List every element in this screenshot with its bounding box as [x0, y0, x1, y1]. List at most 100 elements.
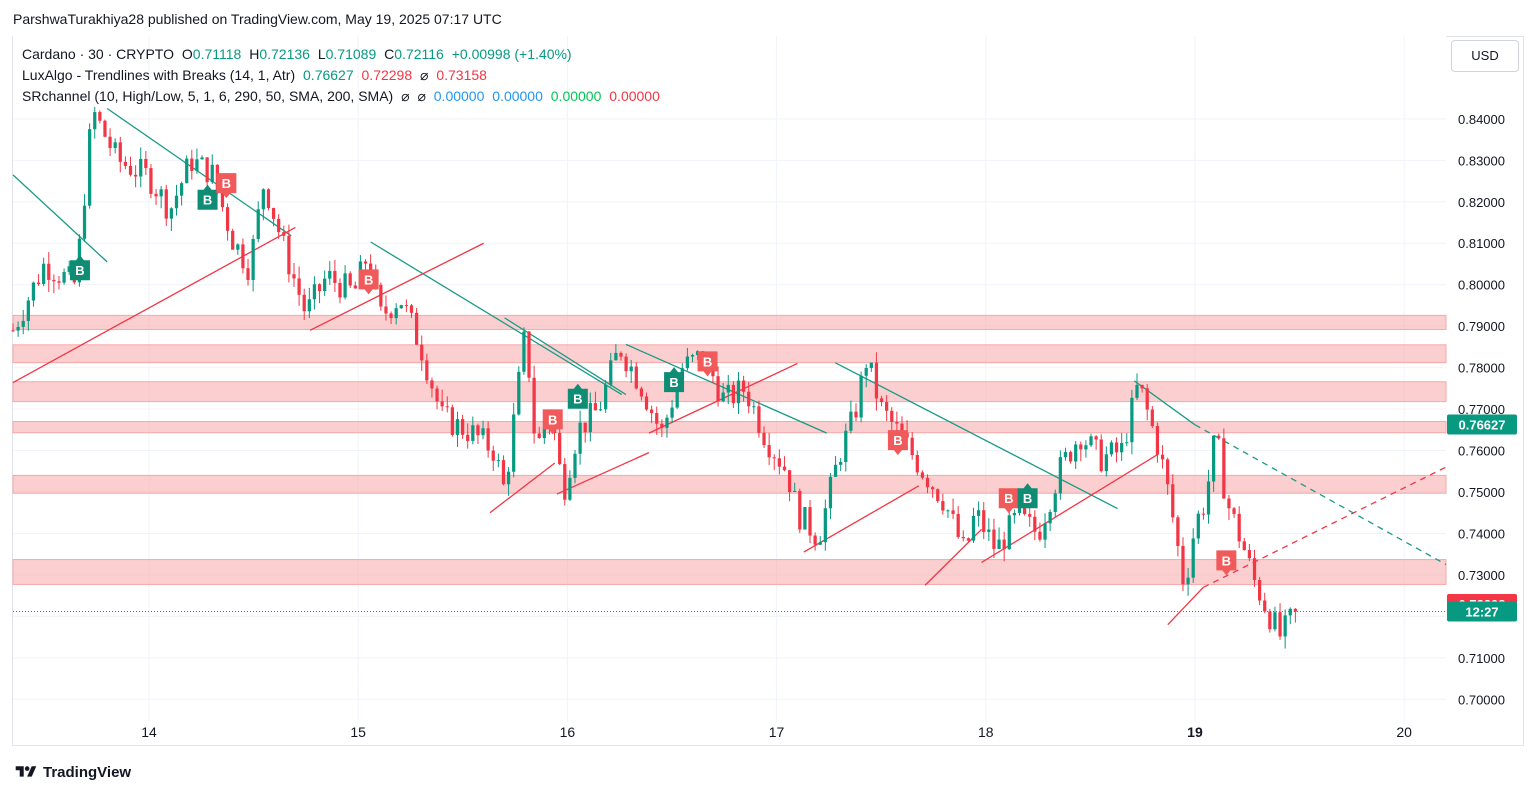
candle-body: [869, 362, 873, 369]
candle-body: [1094, 436, 1098, 440]
candle-body: [185, 158, 189, 184]
candle-body: [1176, 517, 1180, 546]
candle-body: [425, 360, 429, 381]
candle-body: [598, 409, 603, 411]
candle-body: [639, 388, 644, 397]
legend-luxalgo-row[interactable]: LuxAlgo - Trendlines with Breaks (14, 1,…: [22, 65, 664, 86]
candle-body: [133, 174, 138, 177]
candle-body: [1263, 600, 1267, 612]
candle-body: [1247, 550, 1252, 559]
candle-body: [144, 158, 148, 169]
candle-body: [1268, 611, 1272, 630]
candle-body: [1114, 442, 1119, 453]
x-tick-label: 15: [350, 724, 366, 740]
candle-body: [1038, 531, 1042, 540]
candle-body: [154, 193, 158, 197]
srchannel-value-1: 0.00000: [433, 88, 485, 104]
candle-body: [1186, 577, 1190, 585]
candle-body: [936, 489, 940, 502]
candle-body: [42, 263, 46, 284]
candle-body: [517, 371, 521, 415]
candle-body: [200, 157, 204, 160]
candle-body: [690, 355, 695, 357]
candle-body: [982, 510, 986, 532]
chart-svg[interactable]: 0.84000 0.83000 0.82000 0.81000 0.80000 0.790…: [0, 0, 1536, 792]
candle-body: [1002, 539, 1006, 550]
open-value: 0.71118: [192, 46, 242, 62]
y-tick-label: 0.82000: [1458, 195, 1505, 210]
candle-body: [609, 360, 613, 385]
candle-body: [241, 244, 245, 269]
legend-srchannel-row[interactable]: SRchannel (10, High/Low, 5, 1, 6, 290, 5…: [22, 86, 664, 107]
candle-body: [920, 472, 925, 478]
candle-body: [1217, 435, 1221, 439]
candle-body: [844, 430, 848, 462]
candle-body: [62, 272, 66, 283]
candle-body: [619, 352, 623, 357]
candle-body: [460, 419, 465, 435]
candle-body: [404, 305, 409, 307]
candle-body: [123, 161, 128, 166]
candle-body: [481, 428, 485, 436]
candle-body: [225, 207, 230, 231]
srchannel-indicator-name[interactable]: SRchannel (10, High/Low, 5, 1, 6, 290, 5…: [22, 88, 393, 104]
y-tick-label: 0.75000: [1458, 485, 1505, 500]
candle-body: [731, 384, 736, 404]
candle-body: [1063, 452, 1068, 458]
candle-body: [951, 510, 955, 514]
candle-body: [777, 458, 781, 467]
candle-body: [333, 270, 337, 283]
candle-body: [522, 331, 526, 372]
candle-body: [874, 362, 879, 399]
x-tick-label: 18: [978, 724, 994, 740]
candle-body: [1104, 454, 1108, 472]
y-tick-label: 0.73000: [1458, 568, 1505, 583]
candle-body: [593, 403, 598, 411]
candle-body: [128, 165, 133, 175]
candle-body: [236, 244, 240, 250]
candle-body: [1237, 513, 1241, 542]
candle-body: [1033, 516, 1037, 532]
candle-body: [665, 417, 669, 428]
symbol-title[interactable]: Cardano · 30 · CRYPTO: [22, 46, 174, 62]
break-label: B: [1222, 553, 1231, 568]
candle-body: [323, 278, 327, 292]
candle-body: [190, 158, 194, 171]
candle-body: [1227, 498, 1231, 509]
y-tick-label: 0.74000: [1458, 526, 1505, 541]
candle-body: [1130, 397, 1134, 443]
currency-button[interactable]: USD: [1451, 40, 1519, 72]
sr-zone: [12, 421, 1447, 434]
candle-body: [261, 189, 265, 210]
candle-body: [563, 464, 567, 500]
candle-body: [527, 331, 531, 378]
candle-body: [1043, 523, 1047, 540]
candle-body: [486, 428, 490, 451]
legend-symbol-row[interactable]: Cardano · 30 · CRYPTO O0.71118 H0.72136 …: [22, 44, 664, 65]
y-tick-label: 0.78000: [1458, 361, 1505, 376]
candle-body: [1283, 615, 1287, 637]
break-label: B: [548, 412, 557, 427]
luxalgo-value-3: ⌀: [420, 67, 429, 83]
candle-body: [931, 487, 935, 490]
candle-body: [1028, 514, 1032, 517]
legend: Cardano · 30 · CRYPTO O0.71118 H0.72136 …: [22, 44, 664, 107]
candle-body: [179, 183, 184, 196]
candle-body: [849, 411, 853, 431]
candle-body: [762, 432, 766, 446]
candle-body: [394, 308, 398, 319]
candle-body: [466, 434, 470, 441]
candle-body: [1252, 558, 1257, 580]
candle-body: [583, 422, 587, 433]
candle-body: [512, 414, 516, 472]
luxalgo-value-2: 0.72298: [361, 67, 413, 83]
candle-body: [496, 460, 500, 462]
candle-body: [113, 142, 117, 148]
candle-body: [471, 425, 475, 441]
candle-body: [1140, 384, 1144, 389]
candle-body: [409, 305, 414, 313]
luxalgo-indicator-name[interactable]: LuxAlgo - Trendlines with Breaks (14, 1,…: [22, 67, 295, 83]
candle-body: [205, 157, 209, 183]
candle-body: [399, 305, 403, 309]
srchannel-value-2: 0.00000: [492, 88, 543, 104]
